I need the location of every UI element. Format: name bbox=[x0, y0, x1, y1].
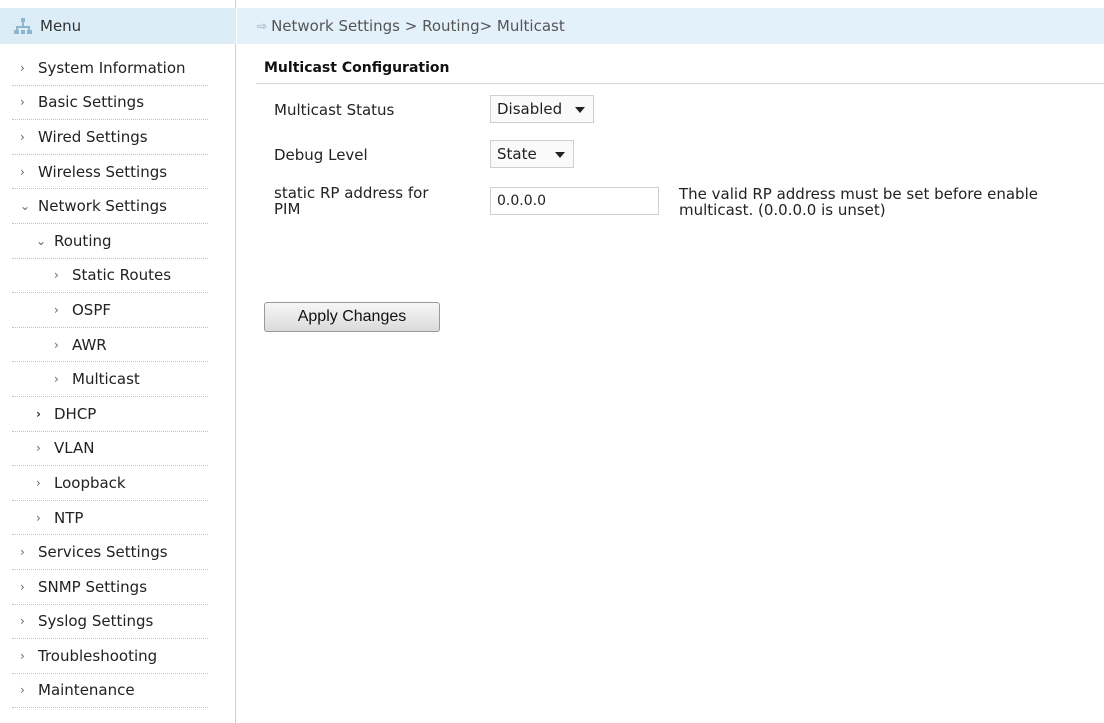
sidebar-item-label: Services Settings bbox=[38, 543, 168, 562]
sidebar-item-multicast[interactable]: › Multicast bbox=[12, 362, 208, 397]
sidebar-item-label: Basic Settings bbox=[38, 93, 145, 112]
multicast-status-select[interactable]: Disabled bbox=[490, 95, 594, 123]
sidebar-item-label: System Information bbox=[38, 58, 186, 77]
rp-address-hint-line1: The valid RP address must be set before … bbox=[679, 185, 1038, 203]
chevron-right-icon: › bbox=[54, 372, 59, 387]
sidebar-item-maintenance[interactable]: › Maintenance bbox=[12, 674, 208, 709]
chevron-right-icon: › bbox=[20, 164, 25, 179]
sidebar-item-dhcp[interactable]: › DHCP bbox=[12, 397, 208, 432]
chevron-right-icon: › bbox=[20, 614, 25, 629]
chevron-right-icon: › bbox=[20, 545, 25, 560]
sidebar-item-loopback[interactable]: › Loopback bbox=[12, 466, 208, 501]
page-title: Multicast Configuration bbox=[264, 60, 450, 76]
sidebar-item-awr[interactable]: › AWR bbox=[12, 328, 208, 363]
chevron-down-icon: ⌄ bbox=[36, 233, 47, 248]
sidebar: Menu › System Information › Basic Settings ›… bbox=[0, 0, 236, 723]
sidebar-item-label: Syslog Settings bbox=[38, 612, 154, 631]
sidebar-item-label: Routing bbox=[54, 231, 112, 250]
multicast-status-label: Multicast Status bbox=[274, 101, 395, 119]
section-divider bbox=[256, 83, 1104, 84]
sidebar-item-label: OSPF bbox=[72, 300, 112, 319]
sidebar-item-label: Loopback bbox=[54, 473, 126, 492]
sidebar-item-services-settings[interactable]: › Services Settings bbox=[12, 535, 208, 570]
chevron-right-icon: › bbox=[54, 268, 59, 283]
sidebar-item-label: NTP bbox=[54, 508, 84, 527]
sidebar-item-routing[interactable]: ⌄ Routing bbox=[12, 224, 208, 259]
multicast-status-value: Disabled bbox=[497, 100, 563, 118]
apply-changes-button[interactable]: Apply Changes bbox=[264, 302, 440, 332]
chevron-right-icon: › bbox=[36, 510, 41, 525]
sidebar-nav: › System Information › Basic Settings › Wired… bbox=[12, 51, 208, 709]
debug-level-value: State bbox=[497, 145, 537, 163]
chevron-right-icon: › bbox=[36, 441, 41, 456]
rp-address-input[interactable] bbox=[490, 187, 659, 215]
sidebar-item-label: Troubleshooting bbox=[38, 646, 158, 665]
sidebar-item-label: Multicast bbox=[72, 370, 140, 389]
sidebar-item-basic-settings[interactable]: › Basic Settings bbox=[12, 86, 208, 121]
breadcrumb-arrow-icon: ⇨ bbox=[257, 19, 268, 33]
sidebar-item-label: Wireless Settings bbox=[38, 162, 168, 181]
chevron-right-icon: › bbox=[20, 129, 25, 144]
sidebar-item-label: Wired Settings bbox=[38, 127, 148, 146]
chevron-down-icon bbox=[555, 152, 565, 158]
sidebar-item-wireless-settings[interactable]: › Wireless Settings bbox=[12, 155, 208, 190]
chevron-right-icon: › bbox=[54, 337, 59, 352]
chevron-right-icon: › bbox=[20, 60, 25, 75]
sidebar-item-label: VLAN bbox=[54, 439, 95, 458]
sidebar-item-label: Network Settings bbox=[38, 197, 167, 216]
sidebar-item-syslog-settings[interactable]: › Syslog Settings bbox=[12, 605, 208, 640]
menu-tree-icon bbox=[14, 18, 32, 34]
breadcrumb: ⇨ Network Settings > Routing> Multicast bbox=[237, 8, 1104, 44]
rp-address-label-line1: static RP address for bbox=[274, 184, 429, 202]
sidebar-item-label: Static Routes bbox=[72, 266, 172, 285]
chevron-down-icon bbox=[575, 107, 585, 113]
sidebar-item-snmp-settings[interactable]: › SNMP Settings bbox=[12, 570, 208, 605]
chevron-right-icon: › bbox=[20, 95, 25, 110]
sidebar-item-vlan[interactable]: › VLAN bbox=[12, 432, 208, 467]
rp-address-hint-line2: multicast. (0.0.0.0 is unset) bbox=[679, 201, 886, 219]
sidebar-item-system-information[interactable]: › System Information bbox=[12, 51, 208, 86]
sidebar-item-label: Maintenance bbox=[38, 681, 135, 700]
chevron-right-icon: › bbox=[54, 302, 59, 317]
sidebar-item-label: DHCP bbox=[54, 404, 97, 423]
sidebar-item-wired-settings[interactable]: › Wired Settings bbox=[12, 120, 208, 155]
chevron-right-icon: › bbox=[36, 475, 41, 490]
sidebar-item-label: SNMP Settings bbox=[38, 577, 148, 596]
sidebar-item-ospf[interactable]: › OSPF bbox=[12, 293, 208, 328]
chevron-down-icon: ⌄ bbox=[20, 199, 31, 214]
debug-level-select[interactable]: State bbox=[490, 140, 574, 168]
chevron-right-icon: › bbox=[36, 406, 41, 421]
chevron-right-icon: › bbox=[20, 579, 25, 594]
rp-address-label: static RP address for PIM bbox=[274, 185, 429, 217]
chevron-right-icon: › bbox=[20, 683, 25, 698]
menu-title: Menu bbox=[40, 17, 82, 35]
sidebar-item-troubleshooting[interactable]: › Troubleshooting bbox=[12, 639, 208, 674]
sidebar-item-label: AWR bbox=[72, 335, 107, 354]
rp-address-label-line2: PIM bbox=[274, 200, 301, 218]
rp-address-hint: The valid RP address must be set before … bbox=[679, 186, 1038, 218]
chevron-right-icon: › bbox=[20, 648, 25, 663]
breadcrumb-text: Network Settings > Routing> Multicast bbox=[271, 17, 565, 35]
menu-header: Menu bbox=[0, 8, 236, 44]
sidebar-item-ntp[interactable]: › NTP bbox=[12, 501, 208, 536]
sidebar-item-network-settings[interactable]: ⌄ Network Settings bbox=[12, 189, 208, 224]
debug-level-label: Debug Level bbox=[274, 146, 368, 164]
sidebar-item-static-routes[interactable]: › Static Routes bbox=[12, 259, 208, 294]
